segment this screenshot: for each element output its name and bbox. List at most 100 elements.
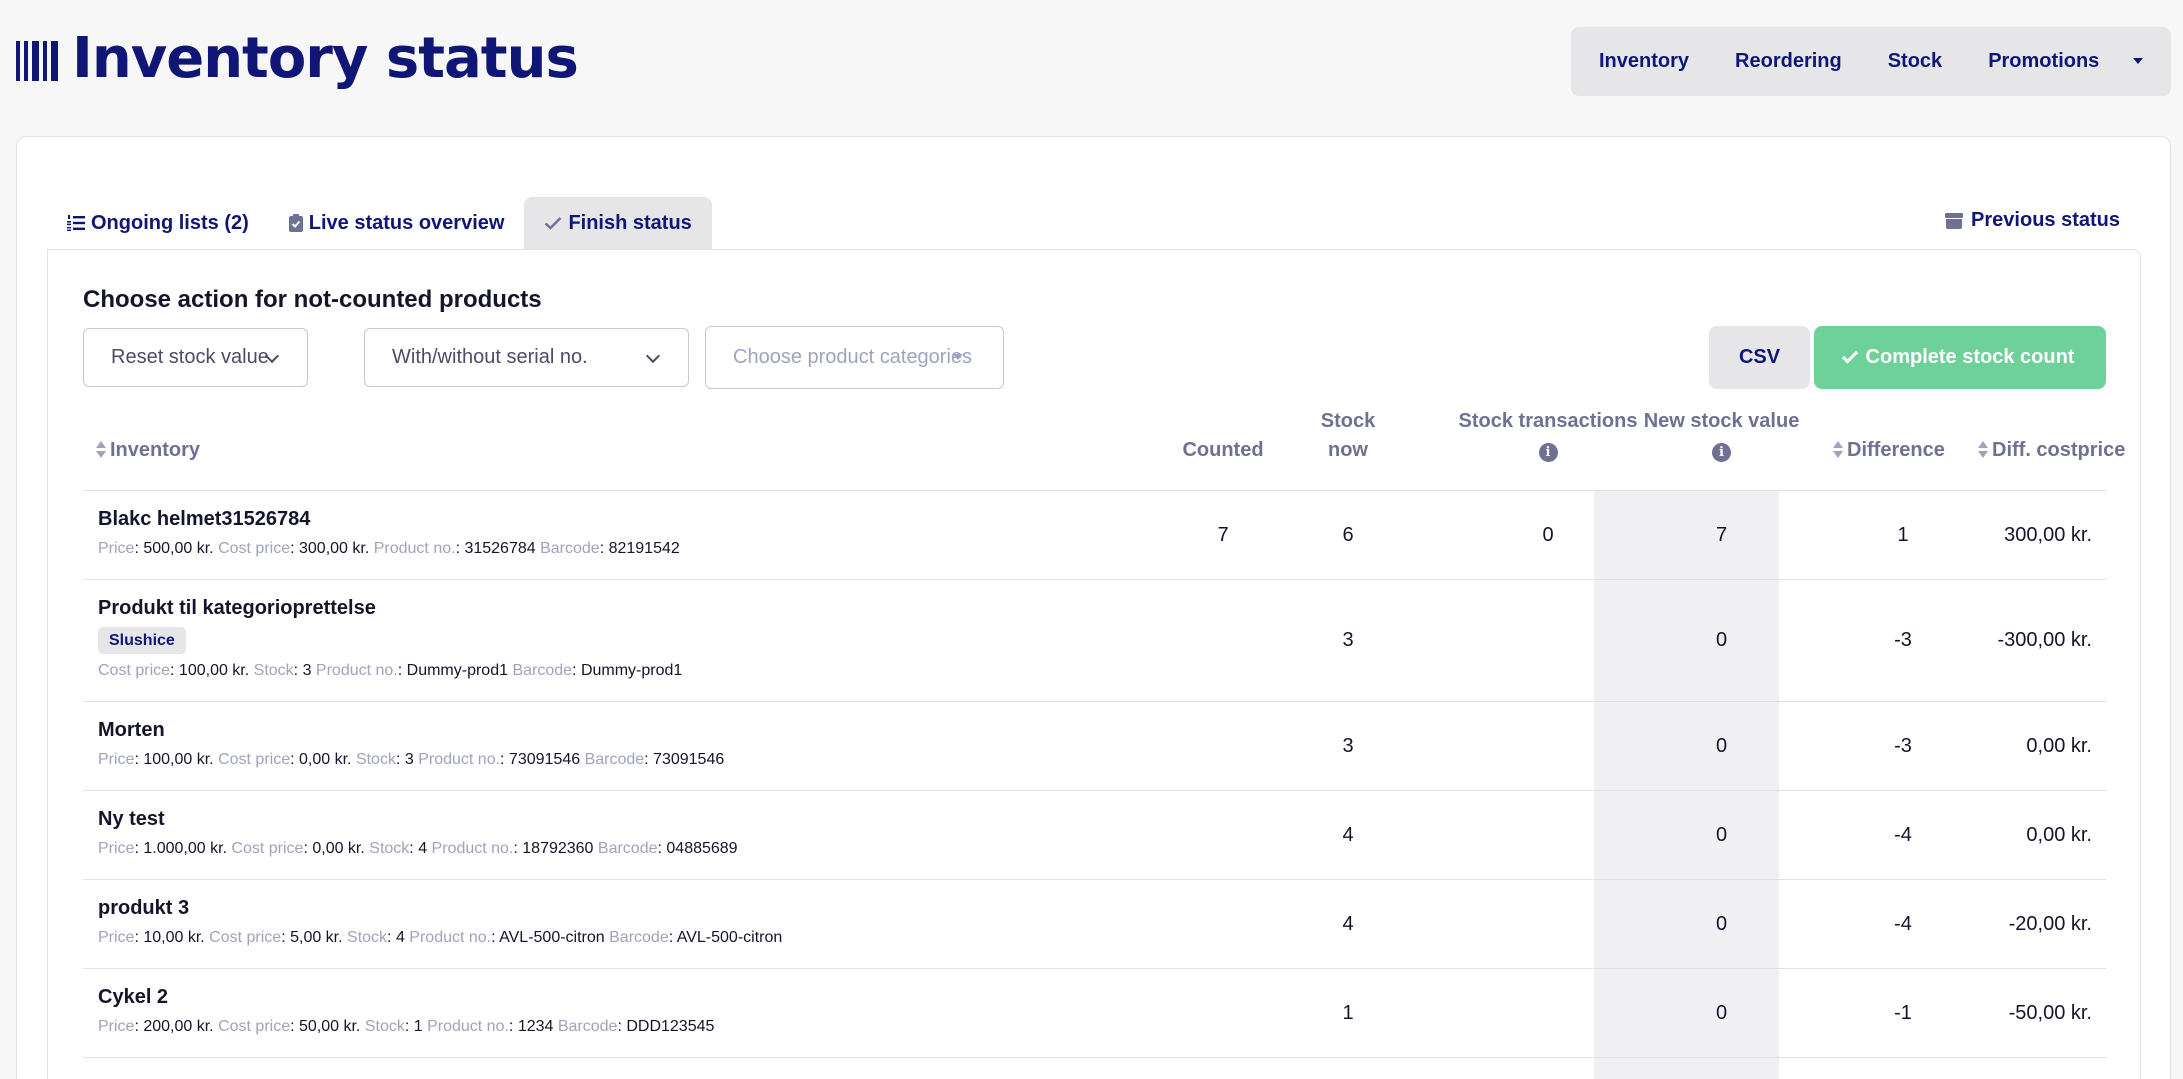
meta-value: 500,00 kr. [143, 540, 214, 557]
tab-ongoing-lists[interactable]: Ongoing lists (2) [47, 197, 269, 249]
serial-select[interactable]: With/without serial no. [364, 328, 689, 387]
nav-inventory[interactable]: Inventory [1599, 50, 1689, 73]
sort-icon [1833, 441, 1843, 459]
meta-value: 200,00 kr. [143, 1018, 214, 1035]
complete-stock-count-button[interactable]: Complete stock count [1814, 326, 2106, 389]
tab-label: Ongoing lists (2) [91, 211, 249, 234]
meta-value: 100,00 kr. [143, 751, 214, 768]
meta-key: Product no. [431, 840, 514, 857]
previous-status-link[interactable]: Previous status [1945, 209, 2120, 232]
meta-key: Stock [364, 1018, 405, 1035]
meta-value: 4 [395, 929, 405, 946]
tab-bar: Ongoing lists (2) Live status overview F… [47, 197, 712, 249]
caret-down-icon [953, 354, 963, 360]
cell-stock-now: 3 [1342, 734, 1354, 757]
meta-value: AVL-500-citron [499, 929, 605, 946]
cell-stock-now: 4 [1342, 912, 1354, 935]
column-diff-costprice[interactable]: Diff. costprice [1978, 436, 2125, 465]
main-card: Ongoing lists (2) Live status overview F… [16, 136, 2171, 1079]
cell-diff-costprice: -50,00 kr. [2008, 1001, 2092, 1024]
table-row[interactable]: Blakc helmet31526784 Price: 500,00 kr. Co… [83, 491, 2107, 580]
meta-key: Cost price [98, 662, 171, 679]
meta-key: Price [98, 929, 135, 946]
table-row[interactable]: Produkt til kategorioprettelse Slushice Co… [83, 580, 2107, 702]
product-name: Cykel 2 [98, 986, 169, 1008]
csv-button[interactable]: CSV [1709, 326, 1810, 389]
reset-stock-select[interactable]: Reset stock value [83, 328, 308, 387]
meta-key: Product no. [427, 1018, 509, 1035]
meta-value: 1 [413, 1018, 423, 1035]
meta-key: Cost price [218, 751, 291, 768]
tab-label: Finish status [568, 211, 692, 234]
meta-value: Dummy-prod1 [580, 662, 683, 679]
column-label: New stock value [1643, 410, 1800, 432]
cell-new-stock-value: 0 [1715, 823, 1728, 846]
table-header: Inventory Counted Stock now Stock transa… [83, 407, 2125, 491]
product-meta: Price: 500,00 kr. Cost price: 300,00 kr.… [98, 540, 680, 557]
table-row[interactable]: Morten Price: 100,00 kr. Cost price: 0,00… [83, 702, 2107, 791]
product-meta: Price: 200,00 kr. Cost price: 50,00 kr. … [98, 1018, 715, 1035]
chevron-down-icon [645, 348, 661, 364]
product-name: Produkt til kategorioprettelse [98, 597, 376, 619]
categories-placeholder: Choose product categories [733, 346, 973, 368]
cell-diff-costprice: -20,00 kr. [2008, 912, 2092, 935]
cell-new-stock-value: 0 [1715, 734, 1728, 757]
top-navigation: Inventory Reordering Stock Promotions [1571, 27, 2171, 96]
meta-value: 4 [418, 840, 428, 857]
page-header: Inventory status Inventory Reordering St… [0, 0, 2183, 130]
meta-value: 50,00 kr. [299, 1018, 361, 1035]
meta-value: 3 [302, 662, 312, 679]
meta-key: Barcode [584, 751, 645, 768]
meta-key: Stock [369, 840, 410, 857]
chevron-down-icon[interactable] [2133, 58, 2143, 64]
check-icon [1841, 347, 1858, 364]
product-meta: Cost price: 100,00 kr. Stock: 3 Product … [98, 662, 683, 679]
table-row[interactable]: produkt 3 Price: 10,00 kr. Cost price: 5,… [83, 880, 2107, 969]
info-icon[interactable]: i [1712, 443, 1731, 462]
column-new-stock-value: New stock value i [1594, 407, 1849, 465]
meta-value: 300,00 kr. [299, 540, 370, 557]
table-row[interactable]: Ny test Price: 1.000,00 kr. Cost price: 0… [83, 791, 2107, 880]
cell-new-stock-value: 0 [1715, 1001, 1728, 1024]
meta-key: Stock [253, 662, 294, 679]
meta-key: Price [98, 1018, 135, 1035]
meta-key: Stock [347, 929, 388, 946]
meta-value: 73091546 [653, 751, 725, 768]
column-counted: Counted [1182, 439, 1264, 461]
product-name: Blakc helmet31526784 [98, 508, 311, 530]
meta-value: 18792360 [522, 840, 594, 857]
meta-value: 5,00 kr. [290, 929, 343, 946]
meta-key: Price [98, 751, 135, 768]
cell-stock-now: 3 [1342, 629, 1354, 651]
cell-diff-costprice: 0,00 kr. [2026, 823, 2092, 846]
meta-key: Barcode [512, 662, 573, 679]
table-body: Blakc helmet31526784 Price: 500,00 kr. Co… [83, 491, 2107, 1058]
nav-stock[interactable]: Stock [1888, 50, 1942, 73]
meta-value: 31526784 [464, 540, 536, 557]
meta-key: Product no. [409, 929, 492, 946]
section-title: Choose action for not-counted products [83, 286, 542, 313]
info-icon[interactable]: i [1538, 443, 1558, 462]
logo: Inventory status [16, 26, 579, 91]
meta-key: Cost price [218, 540, 291, 557]
column-inventory[interactable]: Inventory [96, 436, 200, 465]
meta-key: Product no. [315, 662, 398, 679]
meta-value: 82191542 [608, 540, 680, 557]
column-label: Inventory [110, 439, 201, 461]
cell-diff-costprice: 300,00 kr. [2004, 523, 2092, 546]
table-row[interactable]: Cykel 2 Price: 200,00 kr. Cost price: 50,… [83, 969, 2107, 1058]
complete-label: Complete stock count [1865, 346, 2075, 368]
reset-stock-value: Reset stock value [111, 346, 269, 368]
nav-promotions[interactable]: Promotions [1988, 50, 2099, 73]
column-difference[interactable]: Difference [1833, 436, 1945, 465]
meta-value: Dummy-prod1 [406, 662, 508, 679]
tab-live-status-overview[interactable]: Live status overview [269, 197, 525, 249]
meta-key: Barcode [597, 840, 658, 857]
tab-finish-status[interactable]: Finish status [524, 197, 712, 249]
nav-reordering[interactable]: Reordering [1735, 50, 1842, 73]
numbered-list-icon [67, 215, 85, 231]
product-name: Ny test [98, 808, 165, 830]
meta-value: DDD123545 [626, 1018, 715, 1035]
clipboard-check-icon [288, 214, 303, 232]
product-categories-select[interactable]: Choose product categories [705, 326, 1004, 389]
